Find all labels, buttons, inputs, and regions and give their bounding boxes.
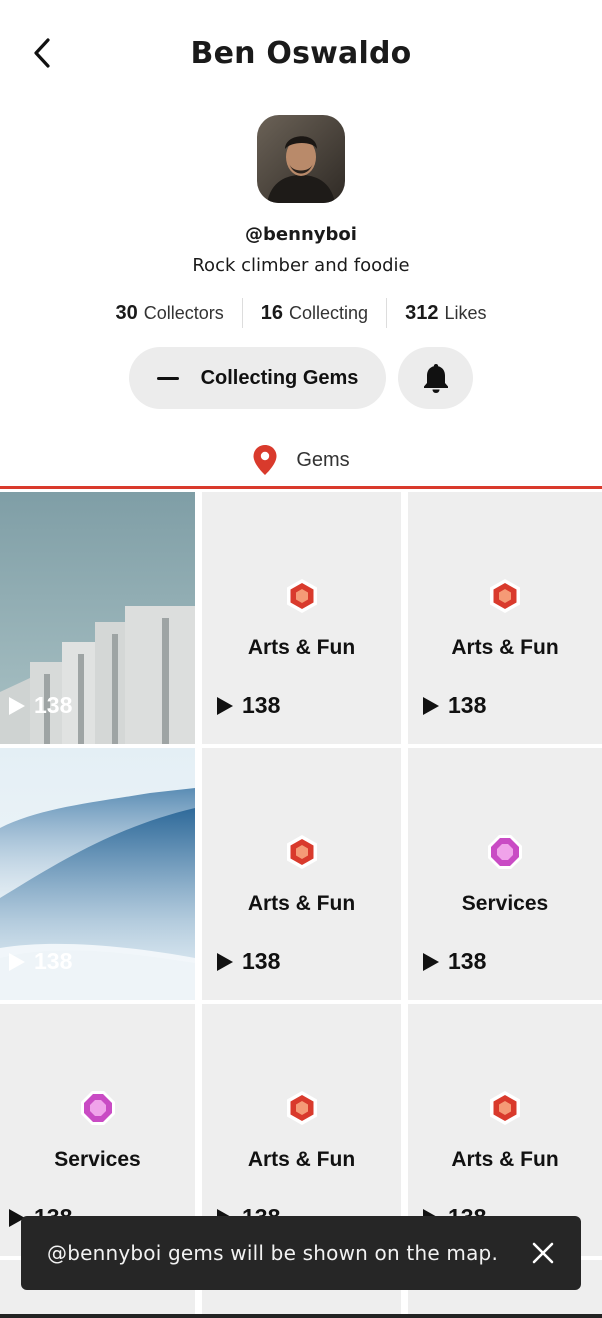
view-count: 138	[8, 692, 72, 719]
category-label: Arts & Fun	[451, 636, 559, 659]
stat-label: Likes	[444, 302, 487, 323]
view-count: 138	[216, 692, 280, 719]
count-value: 138	[242, 692, 281, 718]
count-value: 138	[34, 692, 73, 718]
play-icon	[423, 952, 439, 971]
play-icon	[9, 952, 25, 971]
profile-stats: 30 Collectors 16 Collecting 312 Likes	[0, 296, 602, 330]
app-header: Ben Oswaldo	[0, 0, 602, 110]
hexagon-icon	[286, 835, 317, 869]
count-value: 138	[448, 692, 487, 718]
gem-tile[interactable]: Arts & Fun 138	[202, 748, 401, 1000]
hexagon-icon	[490, 1091, 520, 1125]
collecting-gems-label: Collecting Gems	[200, 366, 359, 389]
category-label: Arts & Fun	[247, 1148, 356, 1171]
gem-tile[interactable]: Arts & Fun 138	[408, 492, 602, 744]
hexagon-icon	[286, 1091, 317, 1125]
avatar[interactable]	[257, 115, 345, 203]
gem-tile[interactable]: Services 138	[408, 748, 602, 1000]
bell-icon	[423, 364, 448, 393]
tab-indicator	[0, 486, 602, 489]
gems-grid: 138 Arts & Fun 138 Arts & Fun 138 138 Ar…	[0, 492, 602, 1318]
collecting-gems-button[interactable]: Collecting Gems	[129, 347, 386, 409]
stat-label: Collecting	[289, 302, 369, 323]
gem-tile[interactable]: 138	[0, 748, 195, 1000]
map-pin-icon	[253, 445, 277, 475]
count-value: 138	[34, 948, 73, 974]
stat-value: 16	[260, 301, 284, 324]
stat-label: Collectors	[143, 302, 224, 323]
bottom-divider	[0, 1314, 602, 1318]
category-label: Services	[461, 892, 549, 915]
snackbar: @bennyboi gems will be shown on the map.	[21, 1216, 581, 1290]
play-icon	[9, 696, 25, 715]
category-label: Services	[54, 1148, 141, 1171]
play-icon	[217, 952, 233, 971]
view-count: 138	[422, 948, 486, 975]
play-icon	[423, 696, 439, 715]
snackbar-message: @bennyboi gems will be shown on the map.	[47, 1241, 498, 1265]
stat-value: 30	[115, 301, 138, 324]
octagon-icon	[80, 1091, 115, 1125]
stat-likes[interactable]: 312 Likes	[387, 302, 504, 325]
hexagon-icon	[490, 579, 520, 613]
category-label: Arts & Fun	[247, 892, 356, 915]
close-icon[interactable]	[531, 1241, 555, 1265]
view-count: 138	[216, 948, 280, 975]
count-value: 138	[242, 948, 281, 974]
hexagon-icon	[286, 579, 317, 613]
count-value: 138	[448, 948, 487, 974]
octagon-icon	[488, 835, 522, 869]
view-count: 138	[8, 948, 72, 975]
stat-value: 312	[405, 301, 439, 324]
tab-label: Gems	[296, 448, 350, 471]
stat-collecting[interactable]: 16 Collecting	[243, 302, 386, 325]
profile-handle: @bennyboi	[245, 224, 357, 245]
category-label: Arts & Fun	[247, 636, 356, 659]
tab-gems[interactable]: Gems	[0, 430, 602, 490]
view-count: 138	[422, 692, 486, 719]
category-label: Arts & Fun	[451, 1148, 559, 1171]
minus-icon	[156, 376, 179, 380]
notifications-button[interactable]	[398, 347, 473, 409]
gem-tile[interactable]: Arts & Fun 138	[202, 492, 401, 744]
page-title: Ben Oswaldo	[190, 36, 412, 71]
profile-bio: Rock climber and foodie	[192, 255, 410, 276]
gem-tile[interactable]: 138	[0, 492, 195, 744]
stat-collectors[interactable]: 30 Collectors	[98, 302, 242, 325]
play-icon	[217, 696, 233, 715]
